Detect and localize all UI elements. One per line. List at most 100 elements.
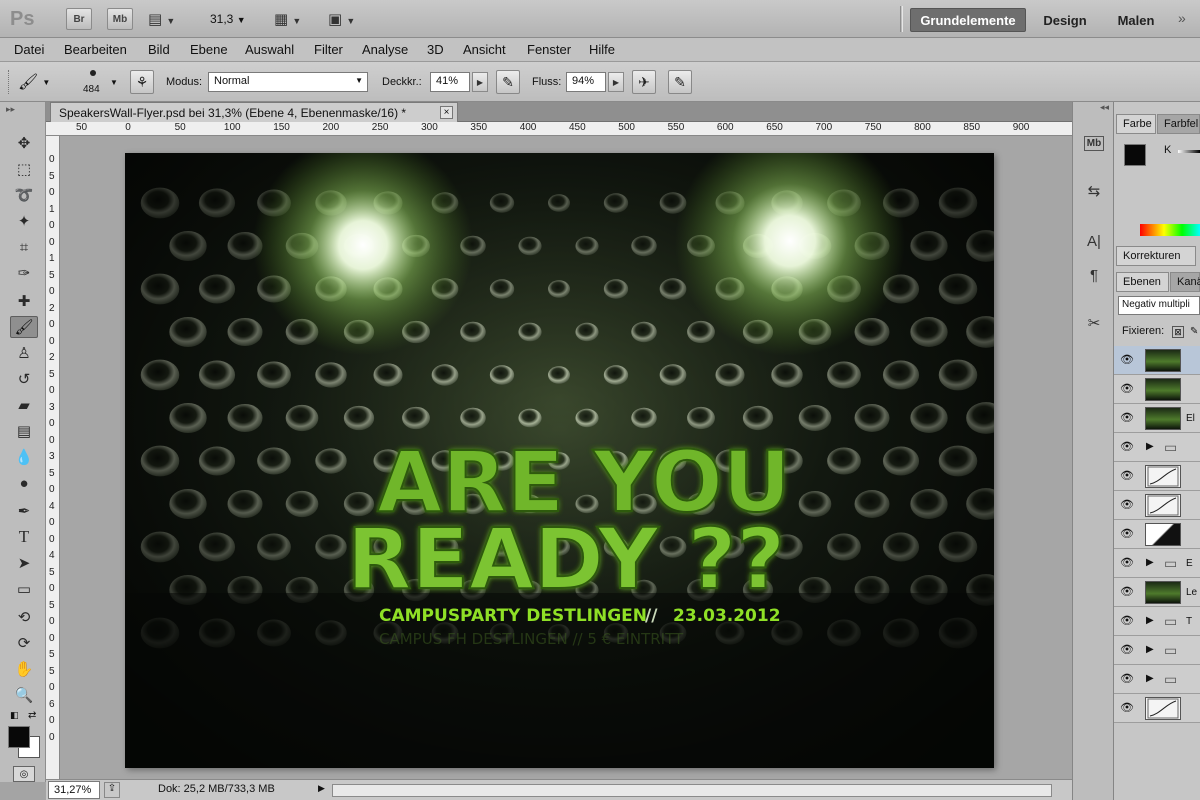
layer-thumbnail[interactable] (1145, 407, 1181, 430)
menu-hilfe[interactable]: Hilfe (589, 42, 615, 57)
horizontal-scrollbar[interactable] (332, 784, 1052, 797)
more-workspaces-icon[interactable]: » (1178, 10, 1186, 26)
crop-tool[interactable]: ⌗ (10, 236, 38, 258)
layer-thumbnail[interactable] (1145, 349, 1181, 372)
tab-farbfelder[interactable]: Farbfel (1157, 114, 1200, 134)
quick-selection-tool[interactable]: ✦ (10, 210, 38, 232)
workspace-grundelemente[interactable]: Grundelemente (910, 8, 1026, 32)
tablet-pressure-opacity-button[interactable]: ✎ (496, 70, 520, 94)
lock-transparency-checkbox[interactable]: ⊠ (1172, 326, 1184, 338)
menu-analyse[interactable]: Analyse (362, 42, 408, 57)
eye-icon[interactable]: 👁 (1118, 701, 1136, 715)
eye-icon[interactable]: 👁 (1118, 382, 1136, 396)
layer-row[interactable]: 👁 (1114, 462, 1200, 491)
status-export-button[interactable]: ⇪ (104, 782, 120, 798)
workspace-design[interactable]: Design (1034, 8, 1096, 32)
foreground-color-swatch[interactable] (8, 726, 30, 748)
horizontal-ruler[interactable]: 50 0 50 100 150 200 250 300 350 400 450 500 550 600 65… (46, 122, 1072, 136)
layer-row[interactable]: 👁 (1114, 346, 1200, 375)
zoom-tool[interactable]: 🔍 (10, 684, 38, 706)
tool-presets-panel-button[interactable]: ✂ (1081, 310, 1107, 336)
lock-brush-icon[interactable]: ✎ (1190, 326, 1198, 337)
screen-mode-dropdown[interactable]: ▣ ▼ (328, 10, 355, 28)
color-spectrum-bar[interactable] (1140, 224, 1200, 236)
layer-row[interactable]: 👁 ▶ ▭ (1114, 433, 1200, 462)
eye-icon[interactable]: 👁 (1118, 614, 1136, 628)
color-channel-slider[interactable] (1178, 150, 1200, 153)
eye-icon[interactable]: 👁 (1118, 469, 1136, 483)
tablet-pressure-size-button[interactable]: ✎ (668, 70, 692, 94)
eye-icon[interactable]: 👁 (1118, 643, 1136, 657)
type-tool[interactable]: T (10, 526, 38, 548)
menu-bearbeiten[interactable]: Bearbeiten (64, 42, 127, 57)
layer-thumbnail[interactable] (1145, 378, 1181, 401)
panel-foreground-swatch[interactable] (1124, 144, 1146, 166)
eye-icon[interactable]: 👁 (1118, 411, 1136, 425)
layer-thumbnail[interactable] (1145, 697, 1181, 720)
layer-thumbnail[interactable] (1145, 465, 1181, 488)
shape-tool[interactable]: ▭ (10, 578, 38, 600)
flow-slider-button[interactable]: ▶ (608, 72, 624, 92)
layer-row[interactable]: 👁 (1114, 694, 1200, 723)
brush-tool[interactable]: 🖌 (10, 316, 38, 338)
expand-group-icon[interactable]: ▶ (1146, 615, 1154, 626)
collapse-arrows-icon[interactable]: ▸▸ (6, 104, 15, 115)
clone-stamp-tool[interactable]: ♙ (10, 342, 38, 364)
eye-icon[interactable]: 👁 (1118, 556, 1136, 570)
eyedropper-tool[interactable]: ✑ (10, 262, 38, 284)
opacity-slider-button[interactable]: ▶ (472, 72, 488, 92)
layer-row[interactable]: 👁 ▶ ▭ E (1114, 549, 1200, 578)
menu-ansicht[interactable]: Ansicht (463, 42, 506, 57)
tab-korrekturen[interactable]: Korrekturen (1116, 246, 1196, 266)
zoom-level-dropdown[interactable]: 31,3 ▼ (210, 12, 246, 26)
layer-row[interactable]: 👁 (1114, 491, 1200, 520)
collapse-arrows-icon[interactable]: ◂◂ (1073, 102, 1113, 114)
flow-input[interactable]: 94% (566, 72, 606, 92)
healing-brush-tool[interactable]: ✚ (10, 290, 38, 312)
eye-icon[interactable]: 👁 (1118, 527, 1136, 541)
path-selection-tool[interactable]: ➤ (10, 552, 38, 574)
tab-kanaele[interactable]: Kanä (1170, 272, 1200, 292)
layer-row[interactable]: 👁 Le (1114, 578, 1200, 607)
paragraph-panel-button[interactable]: ¶ (1081, 262, 1107, 288)
menu-auswahl[interactable]: Auswahl (245, 42, 294, 57)
blend-mode-select[interactable]: Normal ▼ (208, 72, 368, 92)
layer-row[interactable]: 👁 ▶ ▭ (1114, 636, 1200, 665)
eraser-tool[interactable]: ▰ (10, 394, 38, 416)
layer-thumbnail[interactable] (1145, 581, 1181, 604)
lasso-tool[interactable]: ➰ (10, 184, 38, 206)
3d-rotate-tool[interactable]: ⟲ (10, 606, 38, 628)
status-menu-icon[interactable]: ▶ (318, 783, 325, 794)
menu-fenster[interactable]: Fenster (527, 42, 571, 57)
airbrush-button[interactable]: ✈ (632, 70, 656, 94)
expand-group-icon[interactable]: ▶ (1146, 557, 1154, 568)
blur-tool[interactable]: 💧 (10, 446, 38, 468)
3d-orbit-tool[interactable]: ⟳ (10, 632, 38, 654)
menu-ebene[interactable]: Ebene (190, 42, 228, 57)
eye-icon[interactable]: 👁 (1118, 672, 1136, 686)
move-tool[interactable]: ✥ (10, 132, 38, 154)
history-panel-button[interactable]: ⇆ (1081, 178, 1107, 204)
gradient-tool[interactable]: ▤ (10, 420, 38, 442)
eye-icon[interactable]: 👁 (1118, 585, 1136, 599)
menu-datei[interactable]: Datei (14, 42, 44, 57)
layer-row[interactable]: 👁 (1114, 520, 1200, 549)
swap-colors-icon[interactable]: ⇄ (28, 710, 36, 721)
brush-panel-toggle-button[interactable]: ⚘ (130, 70, 154, 94)
layers-list[interactable]: 👁 👁 👁 El 👁 ▶ ▭ 👁 👁 👁 👁 ▶ ▭ E 👁 Le 👁 ▶ ▭ T 👁 ▶ ▭ 👁 ▶ ▭ 👁 (1114, 346, 1200, 786)
expand-group-icon[interactable]: ▶ (1146, 644, 1154, 655)
expand-group-icon[interactable]: ▶ (1146, 673, 1154, 684)
document-tab[interactable]: SpeakersWall-Flyer.psd bei 31,3% (Ebene … (50, 102, 458, 122)
menu-filter[interactable]: Filter (314, 42, 343, 57)
menu-bild[interactable]: Bild (148, 42, 170, 57)
menu-3d[interactable]: 3D (427, 42, 444, 57)
history-brush-tool[interactable]: ↺ (10, 368, 38, 390)
view-extras-dropdown[interactable]: ▤ ▼ (148, 10, 182, 28)
pen-tool[interactable]: ✒ (10, 500, 38, 522)
eye-icon[interactable]: 👁 (1118, 353, 1136, 367)
layer-blend-mode-select[interactable]: Negativ multipli (1118, 296, 1200, 315)
brush-preset-picker[interactable]: 484 ▼ (80, 66, 120, 98)
zoom-percentage-input[interactable]: 31,27% (48, 781, 100, 799)
tab-farbe[interactable]: Farbe (1116, 114, 1156, 134)
close-tab-button[interactable]: × (440, 106, 453, 119)
